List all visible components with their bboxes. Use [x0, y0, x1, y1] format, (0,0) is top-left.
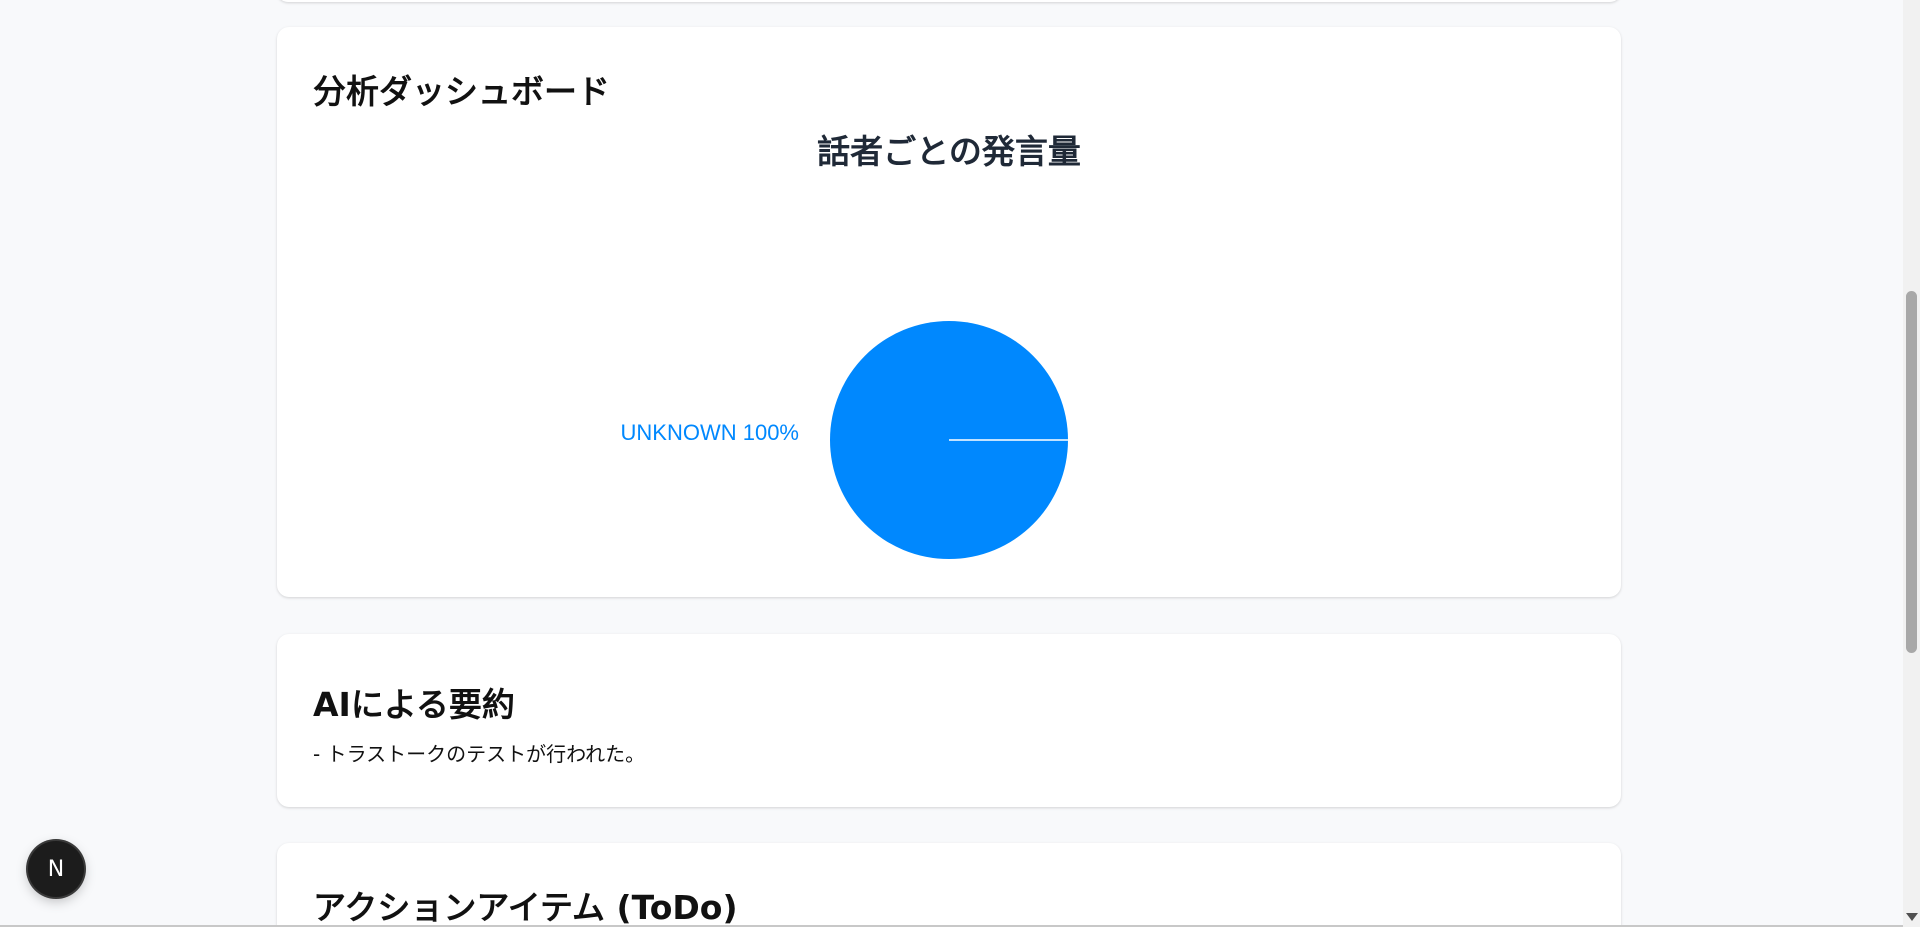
- nextjs-dev-badge[interactable]: N: [28, 841, 84, 897]
- nextjs-logo-icon: N: [47, 856, 65, 882]
- action-items-card: アクションアイテム (ToDo): [277, 843, 1621, 927]
- chart-title: 話者ごとの発言量: [817, 132, 1081, 171]
- dashboard-title: 分析ダッシュボード: [313, 72, 610, 111]
- page-viewport: 分析ダッシュボード 話者ごとの発言量 UNKNOWN 100% AIによる要約 …: [0, 0, 1920, 927]
- scroll-down-arrow-icon[interactable]: [1906, 913, 1918, 921]
- vertical-scrollbar[interactable]: [1903, 0, 1920, 927]
- ai-summary-card: AIによる要約 - トラストークのテストが行われた。: [277, 634, 1621, 807]
- pie-label-unknown: UNKNOWN 100%: [621, 420, 799, 445]
- summary-text: - トラストークのテストが行われた。: [313, 742, 646, 766]
- summary-title: AIによる要約: [313, 685, 515, 724]
- speaker-pie-chart: UNKNOWN 100%: [621, 321, 1068, 559]
- todo-title: アクションアイテム (ToDo): [313, 888, 738, 927]
- scrollbar-thumb[interactable]: [1906, 291, 1917, 653]
- previous-card: [277, 0, 1621, 2]
- analytics-dashboard-card: 分析ダッシュボード 話者ごとの発言量 UNKNOWN 100%: [277, 27, 1621, 597]
